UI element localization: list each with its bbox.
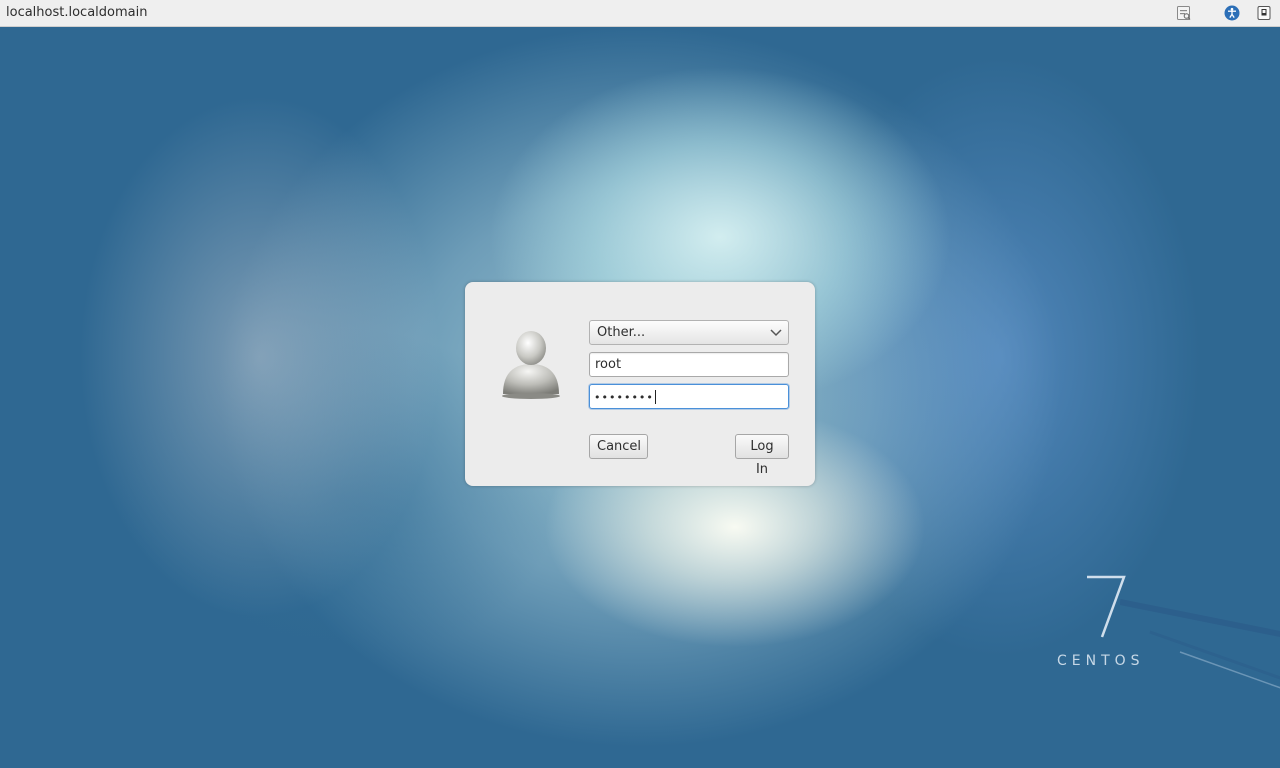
keyboard-layout-icon[interactable] bbox=[1176, 5, 1192, 21]
login-screen: localhost.localdomain CENTOS Other... ro… bbox=[0, 0, 1280, 768]
username-field[interactable]: root bbox=[589, 352, 789, 377]
user-select-dropdown[interactable]: Other... bbox=[589, 320, 789, 345]
log-in-button[interactable]: Log In bbox=[735, 434, 789, 477]
top-panel: localhost.localdomain bbox=[0, 0, 1280, 27]
decorative-streak bbox=[1120, 599, 1280, 689]
hostname-label: localhost.localdomain bbox=[6, 5, 148, 20]
power-icon[interactable] bbox=[1256, 5, 1272, 21]
cancel-button[interactable]: Cancel bbox=[589, 434, 648, 459]
user-select-value: Other... bbox=[597, 325, 646, 340]
password-mask: •••••••• bbox=[594, 391, 654, 404]
login-dialog: Other... root •••••••• Cancel Log In bbox=[465, 282, 815, 486]
text-caret bbox=[654, 389, 656, 404]
accessibility-icon[interactable] bbox=[1224, 5, 1240, 21]
chevron-down-icon bbox=[770, 329, 782, 337]
user-avatar-icon bbox=[499, 326, 563, 400]
centos-version-logo bbox=[1087, 575, 1126, 638]
centos-wordmark: CENTOS bbox=[1057, 653, 1145, 669]
password-field[interactable]: •••••••• bbox=[589, 384, 789, 409]
